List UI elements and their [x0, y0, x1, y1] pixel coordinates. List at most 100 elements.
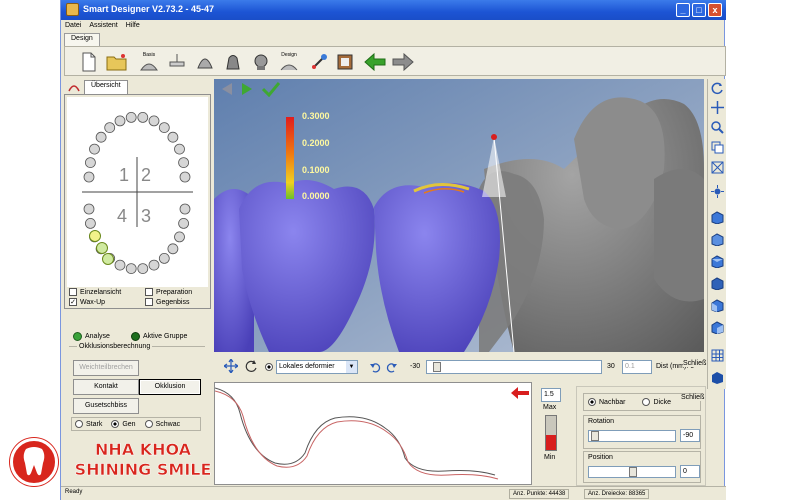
minimize-button[interactable]: _ [676, 3, 690, 17]
toolbar-tab-design[interactable]: Design [64, 33, 100, 46]
tooth-4[interactable] [158, 122, 170, 134]
tooth-insertion-button[interactable] [193, 50, 217, 74]
redo-icon[interactable] [386, 361, 398, 373]
zoom-window-icon[interactable] [711, 141, 724, 154]
pan-view-icon[interactable] [711, 101, 724, 114]
tooth-27[interactable] [83, 203, 95, 215]
base-button[interactable]: Basis [137, 50, 161, 74]
tooth-16[interactable] [174, 231, 185, 243]
step-input[interactable]: 0.1 [622, 360, 652, 374]
checkbox-preparation[interactable]: Preparation [145, 288, 192, 296]
selected-tooth[interactable] [89, 230, 101, 242]
tooth-20[interactable] [137, 263, 149, 275]
dental-arch-chart[interactable]: 1 2 4 3 [67, 97, 208, 287]
zoom-view-icon[interactable] [711, 121, 724, 134]
okklusion-button[interactable]: Okklusion [139, 379, 201, 395]
fit-view-icon[interactable] [711, 161, 724, 174]
3d-viewport[interactable]: 0.3000 0.2000 0.1000 0.0000 [214, 79, 704, 352]
gauge-track[interactable] [545, 415, 557, 451]
deform-mode-select[interactable]: Lokales deformier ▼ [276, 360, 358, 374]
view-front-icon[interactable] [711, 211, 724, 224]
rotation-slider[interactable] [588, 430, 676, 442]
menu-hilfe[interactable]: Hilfe [122, 21, 144, 30]
selected-tooth[interactable] [96, 242, 108, 254]
rotate-view-icon[interactable] [711, 82, 724, 95]
tab-overview[interactable]: Übersicht [84, 80, 128, 94]
gussbiss-button[interactable]: Gusetschbiss [73, 398, 139, 414]
view-top-icon[interactable] [711, 255, 724, 268]
view-bottom-icon[interactable] [711, 277, 724, 290]
red-arrow-icon[interactable] [511, 387, 529, 399]
tooth-2[interactable] [174, 143, 185, 155]
tooth-11[interactable] [89, 143, 100, 155]
close-button[interactable]: x [708, 3, 722, 17]
radio-thickness[interactable] [642, 398, 651, 406]
tooth-21[interactable] [125, 263, 137, 275]
view-right-icon[interactable] [711, 321, 724, 334]
menu-datei[interactable]: Datei [61, 21, 85, 30]
radio-schwach[interactable] [144, 420, 153, 428]
tooth-5[interactable] [148, 115, 160, 127]
light-icon[interactable] [711, 185, 724, 198]
gauge-value-input[interactable]: 1.5 [541, 388, 561, 402]
undo-icon[interactable] [369, 361, 381, 373]
open-folder-button[interactable] [105, 50, 129, 74]
export-button[interactable] [333, 50, 357, 74]
new-document-button[interactable] [77, 50, 101, 74]
confirm-check-icon[interactable] [262, 81, 280, 97]
maximize-button[interactable]: □ [692, 3, 706, 17]
move-tool-icon[interactable] [224, 359, 238, 373]
rotate-tool-icon[interactable] [244, 359, 258, 373]
tooth-view-button[interactable] [249, 50, 273, 74]
solid-view-icon[interactable] [711, 371, 724, 384]
slider-thumb[interactable] [433, 362, 441, 372]
deform-slider[interactable] [426, 360, 602, 374]
checkbox-gegenbiss[interactable]: Gegenbiss [145, 298, 189, 306]
nav-previous-icon[interactable] [220, 82, 234, 96]
checkbox-einzelansicht[interactable]: Einzelansicht [69, 288, 121, 296]
rotation-input[interactable]: -90 [680, 429, 700, 442]
tooth-6[interactable] [137, 111, 149, 123]
position-slider-thumb[interactable] [629, 467, 637, 477]
checkbox-wax-up[interactable]: ✓ Wax-Up [69, 298, 105, 306]
radio-gen[interactable] [111, 420, 120, 428]
tooth-12[interactable] [84, 157, 96, 168]
tooth-19[interactable] [148, 259, 160, 271]
tooth-26[interactable] [84, 218, 96, 229]
nav-next-icon[interactable] [240, 82, 254, 96]
tooth-14[interactable] [179, 203, 191, 215]
rotation-slider-thumb[interactable] [591, 431, 599, 441]
tooth-15[interactable] [178, 218, 189, 229]
back-button[interactable] [363, 50, 387, 74]
profile-graph[interactable] [214, 382, 532, 485]
tooth-18[interactable] [158, 252, 170, 264]
tools-button[interactable] [307, 50, 331, 74]
tooth-10[interactable] [95, 131, 107, 143]
position-input[interactable]: 0 [680, 465, 700, 478]
preparation-button[interactable] [165, 50, 189, 74]
tooth-22[interactable] [114, 259, 126, 271]
kontakt-button[interactable]: Kontakt [73, 379, 139, 395]
view-back-icon[interactable] [711, 233, 724, 246]
tooth-13[interactable] [83, 171, 95, 183]
tooth-8[interactable] [114, 115, 126, 127]
radio-stark[interactable] [75, 420, 83, 428]
tooth-shape-button[interactable] [221, 50, 245, 74]
view-left-icon[interactable] [711, 299, 724, 312]
tooth-0[interactable] [179, 171, 191, 183]
close-panel-button-top[interactable]: Schließ [683, 360, 707, 367]
radio-deform-mode[interactable] [265, 363, 273, 371]
weichteile-button[interactable]: Weichteilbrechen [73, 360, 139, 376]
radio-neighbour[interactable] [588, 398, 596, 406]
position-slider[interactable] [588, 466, 676, 478]
tooth-1[interactable] [178, 157, 189, 168]
grid-icon[interactable] [711, 349, 724, 362]
forward-button[interactable] [391, 50, 415, 74]
close-panel-button[interactable]: Schließ [681, 394, 705, 401]
menu-assistent[interactable]: Assistent [85, 21, 121, 30]
tooth-17[interactable] [167, 243, 179, 255]
tooth-7[interactable] [125, 111, 137, 123]
tooth-9[interactable] [104, 122, 116, 134]
design-button[interactable]: Design [277, 50, 301, 74]
tooth-3[interactable] [167, 131, 179, 143]
